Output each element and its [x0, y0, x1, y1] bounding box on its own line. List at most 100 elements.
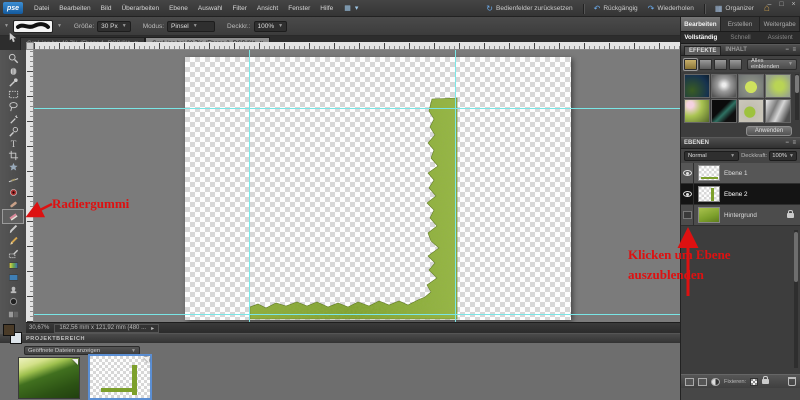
reset-panels-button[interactable]: ↻Bedienfelder zurücksetzen	[486, 4, 572, 13]
undo-button[interactable]: ↶Rückgängig	[594, 4, 638, 13]
zoom-tool[interactable]	[3, 52, 23, 64]
minimize-button[interactable]: –	[765, 1, 774, 8]
eyedropper-tool[interactable]	[3, 76, 23, 88]
adjustment-layer-icon[interactable]	[711, 378, 720, 386]
effect-thumbnail[interactable]	[738, 99, 764, 123]
dodge-burn-tools[interactable]	[3, 308, 23, 320]
layers-scrollbar[interactable]	[794, 230, 798, 368]
move-tool[interactable]	[3, 30, 21, 44]
organizer-button[interactable]: ▦Organizer	[715, 4, 754, 13]
layer-opacity-dropdown[interactable]: 100%▼	[769, 151, 797, 161]
text-tool[interactable]: T	[3, 137, 23, 149]
hand-tool[interactable]	[3, 64, 23, 76]
tool-preset-arrow[interactable]: ▼	[4, 23, 9, 29]
crop-tool[interactable]	[3, 150, 23, 162]
menu-ansicht[interactable]: Ansicht	[252, 5, 283, 12]
mode-dropdown[interactable]: Pinsel▼	[167, 21, 215, 32]
effect-thumbnail[interactable]	[765, 74, 791, 98]
smart-brush-tool[interactable]	[3, 247, 23, 259]
brush-tool[interactable]	[3, 223, 23, 235]
tab-erstellen[interactable]: Erstellen	[721, 17, 761, 31]
magic-wand-tool[interactable]	[3, 113, 23, 125]
quick-selection-tool[interactable]	[3, 125, 23, 137]
canvas[interactable]	[185, 57, 571, 320]
pencil-tool[interactable]	[3, 235, 23, 247]
pasteboard[interactable]	[34, 50, 680, 322]
blend-mode-dropdown[interactable]: Normal▼	[684, 151, 739, 161]
sponge-tool[interactable]	[3, 296, 23, 308]
bin-thumbnail-current-document[interactable]	[88, 354, 152, 400]
status-expander-icon[interactable]: ▸	[151, 325, 154, 332]
tab-effekte[interactable]: EFFEKTE	[684, 46, 721, 55]
tab-weitergabe[interactable]: Weitergabe	[760, 17, 800, 31]
visibility-toggle[interactable]	[681, 163, 694, 183]
foreground-color-swatch[interactable]	[3, 324, 15, 336]
filters-icon[interactable]	[684, 59, 697, 70]
menu-auswahl[interactable]: Auswahl	[193, 5, 228, 12]
lock-transparency-icon[interactable]	[750, 378, 758, 386]
marquee-tool[interactable]	[3, 89, 23, 101]
mode-schnell[interactable]: Schnell	[721, 32, 761, 43]
zoom-level[interactable]: 30,67%	[29, 325, 49, 331]
gradient-tool[interactable]	[3, 259, 23, 271]
trash-icon[interactable]	[788, 377, 796, 386]
restore-button[interactable]: □	[777, 1, 786, 8]
bin-thumbnail-grass-photo[interactable]	[18, 357, 80, 399]
red-eye-tool[interactable]	[3, 186, 23, 198]
new-layer-icon[interactable]	[685, 378, 694, 386]
effects-show-dropdown[interactable]: Alles einblenden▼	[747, 59, 797, 70]
mode-vollstaendig[interactable]: Vollständig	[681, 32, 721, 43]
size-dropdown[interactable]: 30 Px▼	[97, 21, 131, 32]
layer-name[interactable]: Ebene 1	[724, 170, 747, 177]
effect-thumbnail[interactable]	[684, 99, 710, 123]
close-button[interactable]: ×	[789, 1, 798, 8]
menu-bild[interactable]: Bild	[96, 5, 117, 12]
visibility-toggle-empty[interactable]	[681, 205, 694, 225]
show-all-icon[interactable]	[729, 59, 742, 70]
mode-assistent[interactable]: Assistent	[760, 32, 800, 43]
opacity-dropdown[interactable]: 100%▼	[254, 21, 288, 32]
cookie-cutter-tool[interactable]	[3, 162, 23, 174]
straighten-tool[interactable]	[3, 174, 23, 186]
photo-effects-icon[interactable]	[714, 59, 727, 70]
effect-thumbnail[interactable]	[684, 74, 710, 98]
lock-all-icon[interactable]	[762, 379, 769, 384]
paint-bucket-tool[interactable]	[3, 271, 23, 283]
delete-layer-icon[interactable]	[698, 378, 707, 386]
menu-fenster[interactable]: Fenster	[283, 5, 315, 12]
menu-ueberarbeiten[interactable]: Überarbeiten	[116, 5, 164, 12]
effect-thumbnail[interactable]	[738, 74, 764, 98]
redo-button[interactable]: ↷Wiederholen	[648, 4, 694, 13]
menu-hilfe[interactable]: Hilfe	[315, 5, 338, 12]
workspace-icon[interactable]: ▦ ▾	[344, 4, 359, 12]
effect-thumbnail[interactable]	[711, 74, 737, 98]
layer-thumbnail[interactable]	[698, 165, 720, 181]
layer-row-ebene-1[interactable]: Ebene 1	[681, 163, 800, 184]
project-bin-header[interactable]: PROJEKTBEREICH	[0, 333, 680, 343]
brush-picker-arrow[interactable]: ▼	[57, 23, 62, 29]
menu-bearbeiten[interactable]: Bearbeiten	[54, 5, 95, 12]
effects-scrollbar[interactable]	[795, 74, 799, 120]
effect-thumbnail[interactable]	[765, 99, 791, 123]
tab-bearbeiten[interactable]: Bearbeiten	[681, 17, 721, 31]
apply-button[interactable]: Anwenden	[746, 126, 792, 136]
layer-thumbnail[interactable]	[698, 207, 720, 223]
healing-brush-tool[interactable]	[3, 198, 23, 210]
menu-datei[interactable]: Datei	[29, 5, 54, 12]
lasso-tool[interactable]	[3, 101, 23, 113]
panel-collapse-icon[interactable]: − ≡	[785, 140, 797, 146]
eraser-tool[interactable]	[3, 210, 23, 222]
layer-row-ebene-2-selected[interactable]: Ebene 2	[681, 184, 800, 205]
clone-stamp-tool[interactable]	[3, 284, 23, 296]
layer-styles-icon[interactable]	[699, 59, 712, 70]
menu-filter[interactable]: Filter	[227, 5, 251, 12]
panel-collapse-icon[interactable]: − ≡	[785, 47, 797, 53]
document-dimensions[interactable]: 162,56 mm x 121,92 mm (480 ... ▸	[54, 324, 159, 333]
visibility-toggle[interactable]	[681, 184, 694, 204]
effect-thumbnail[interactable]	[711, 99, 737, 123]
tab-inhalt[interactable]: INHALT	[721, 46, 751, 54]
layer-name[interactable]: Ebene 2	[724, 191, 747, 198]
layer-row-hintergrund[interactable]: Hintergrund	[681, 205, 800, 226]
layer-name[interactable]: Hintergrund	[724, 212, 757, 219]
layer-thumbnail[interactable]	[698, 186, 720, 202]
